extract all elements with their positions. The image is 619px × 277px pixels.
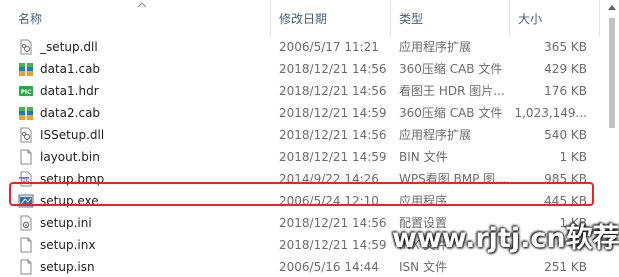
column-header-size[interactable]: 大小 xyxy=(518,12,542,26)
file-size: 985 KB xyxy=(544,172,587,186)
file-name: data2.cab xyxy=(40,106,101,120)
svg-text:PIC: PIC xyxy=(20,89,32,96)
file-size: 445 KB xyxy=(544,194,587,208)
image-pic-icon: PIC xyxy=(19,86,33,96)
file-icon xyxy=(20,149,32,165)
file-size: 540 KB xyxy=(544,128,587,142)
file-name: setup.ini xyxy=(40,216,92,230)
column-header: 名称 修改日期 类型 大小 xyxy=(0,0,605,36)
svg-text:BMP: BMP xyxy=(18,178,30,184)
file-date: 2018/12/21 14:56 xyxy=(279,62,387,76)
file-type: WPS看图 BMP 图... xyxy=(399,172,507,186)
archive-icon xyxy=(19,62,33,76)
file-name: setup.bmp xyxy=(40,172,105,186)
file-row[interactable]: _setup.dll 2006/5/17 11:21 应用程序扩展 365 KB xyxy=(0,36,605,58)
column-header-name[interactable]: 名称 xyxy=(18,12,42,26)
file-name: layout.bin xyxy=(40,150,100,164)
file-icon xyxy=(20,237,32,253)
file-size: 251 KB xyxy=(544,260,587,274)
file-name: setup.isn xyxy=(40,260,95,274)
file-type: ISN 文件 xyxy=(399,260,447,274)
scrollbar-thumb[interactable] xyxy=(609,18,615,128)
file-name: data1.hdr xyxy=(40,84,99,98)
file-name: setup.inx xyxy=(40,238,96,252)
file-type: 应用程序扩展 xyxy=(399,40,472,54)
archive-icon xyxy=(19,106,33,120)
file-type: 360压缩 CAB 文件 xyxy=(399,62,503,76)
file-date: 2018/12/21 14:59 xyxy=(279,150,387,164)
file-size: 365 KB xyxy=(544,40,587,54)
file-name: _setup.dll xyxy=(40,40,98,54)
file-row[interactable]: BMP setup.bmp 2014/9/22 14:26 WPS看图 BMP … xyxy=(0,168,605,190)
file-date: 2006/5/24 12:10 xyxy=(279,194,379,208)
file-type: 360压缩 CAB 文件 xyxy=(399,106,503,120)
file-row[interactable]: ISSetup.dll 2018/12/21 14:56 应用程序扩展 540 … xyxy=(0,124,605,146)
file-type: 看图王 HDR 图片... xyxy=(399,84,505,98)
file-date: 2018/12/21 14:56 xyxy=(279,216,387,230)
file-icon xyxy=(20,259,32,275)
file-row[interactable]: data1.cab 2018/12/21 14:56 360压缩 CAB 文件 … xyxy=(0,58,605,80)
file-row[interactable]: data2.cab 2018/12/21 14:59 360压缩 CAB 文件 … xyxy=(0,102,605,124)
file-size: 429 KB xyxy=(544,62,587,76)
column-divider[interactable] xyxy=(599,0,600,36)
file-date: 2018/12/21 14:56 xyxy=(279,128,387,142)
file-row[interactable]: PIC data1.hdr 2018/12/21 14:56 看图王 HDR 图… xyxy=(0,80,605,102)
file-date: 2006/5/17 11:21 xyxy=(279,40,379,54)
file-size: 1 KB xyxy=(559,150,587,164)
bmp-image-icon: BMP xyxy=(18,171,32,187)
file-date: 2006/5/16 14:44 xyxy=(279,260,379,274)
watermark-text: www.rjtj.cn软荐网 xyxy=(392,223,619,254)
column-divider[interactable] xyxy=(509,0,510,36)
column-header-type[interactable]: 类型 xyxy=(399,12,423,26)
ini-icon xyxy=(20,215,32,231)
column-header-date[interactable]: 修改日期 xyxy=(279,12,327,26)
file-name: ISSetup.dll xyxy=(40,128,105,142)
file-name: setup.exe xyxy=(40,194,99,208)
dll-icon xyxy=(20,39,32,55)
file-size: 176 KB xyxy=(544,84,587,98)
file-date: 2014/9/22 14:26 xyxy=(279,172,379,186)
file-date: 2018/12/21 14:56 xyxy=(279,84,387,98)
scroll-up-arrow-icon[interactable] xyxy=(608,4,616,10)
file-type: 应用程序扩展 xyxy=(399,128,472,142)
file-type: 应用程序 xyxy=(399,194,448,208)
file-type: BIN 文件 xyxy=(399,150,448,164)
file-row[interactable]: setup.exe 2006/5/24 12:10 应用程序 445 KB xyxy=(0,190,605,212)
column-divider[interactable] xyxy=(390,0,391,36)
file-size: 1,023,149... xyxy=(514,106,587,120)
file-row[interactable]: layout.bin 2018/12/21 14:59 BIN 文件 1 KB xyxy=(0,146,605,168)
exe-icon xyxy=(18,194,34,208)
file-date: 2018/12/21 14:59 xyxy=(279,238,387,252)
sort-ascending-icon xyxy=(137,2,147,8)
dll-icon xyxy=(20,127,32,143)
file-date: 2018/12/21 14:59 xyxy=(279,106,387,120)
column-divider[interactable] xyxy=(270,0,271,36)
file-name: data1.cab xyxy=(40,62,101,76)
